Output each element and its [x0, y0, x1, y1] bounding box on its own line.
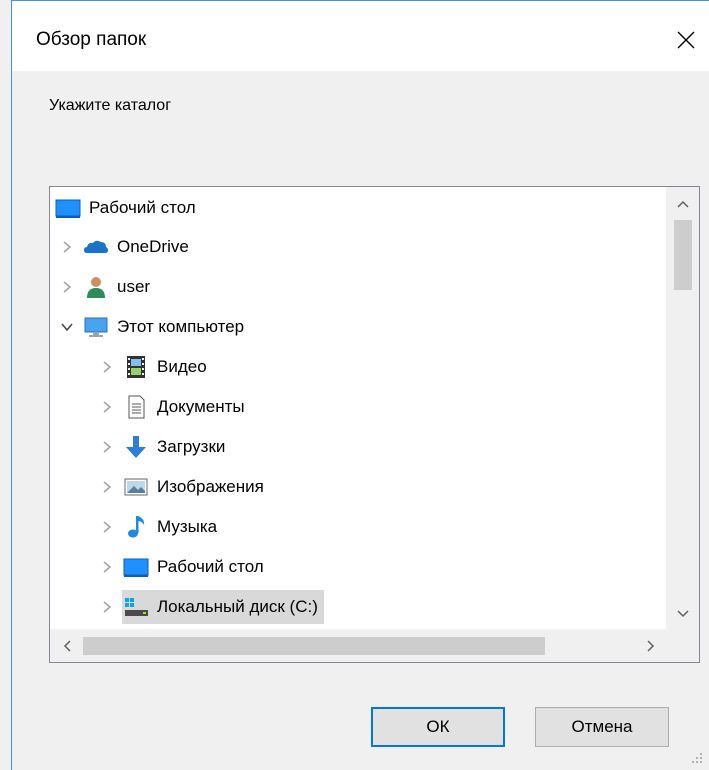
chevron-right-icon	[646, 639, 654, 652]
chevron-right-icon[interactable]	[96, 356, 118, 378]
horizontal-scrollbar[interactable]	[50, 629, 667, 662]
tree-item-onedrive[interactable]: OneDrive	[56, 230, 195, 264]
horizontal-scroll-thumb[interactable]	[83, 637, 545, 655]
tree-item-label: user	[117, 277, 151, 296]
chevron-down-icon[interactable]	[56, 316, 78, 338]
tree-item-pictures[interactable]: Изображения	[96, 470, 270, 504]
tree-item-desktop[interactable]: Рабочий стол	[96, 550, 270, 584]
tree-item-desktop-root[interactable]: Рабочий стол	[50, 191, 202, 225]
chevron-right-icon[interactable]	[96, 476, 118, 498]
tree-item-downloads[interactable]: Загрузки	[96, 430, 231, 464]
tree-item-label: Рабочий стол	[157, 557, 264, 576]
ok-button[interactable]: ОК	[371, 707, 505, 747]
chevron-up-icon	[676, 200, 689, 208]
chevron-right-icon[interactable]	[96, 556, 118, 578]
videos-icon	[122, 354, 150, 380]
browse-folders-dialog: Обзор папок Укажите каталог Рабочий стол…	[11, 0, 709, 770]
onedrive-cloud-icon	[82, 234, 110, 260]
chevron-right-icon[interactable]	[56, 236, 78, 258]
tree-item-label: Видео	[157, 357, 207, 376]
download-arrow-icon	[122, 434, 150, 460]
vertical-scrollbar[interactable]	[666, 187, 699, 630]
tree-item-label: Музыка	[157, 517, 218, 536]
chevron-right-icon[interactable]	[56, 276, 78, 298]
documents-icon	[122, 394, 150, 420]
desktop-icon	[122, 554, 150, 580]
tree-item-label: Загрузки	[157, 437, 226, 456]
chevron-right-icon[interactable]	[96, 596, 118, 618]
user-folder-icon	[82, 274, 110, 300]
scroll-right-button[interactable]	[634, 629, 667, 662]
chevron-right-icon[interactable]	[96, 396, 118, 418]
close-button[interactable]	[663, 15, 709, 65]
music-note-icon	[122, 514, 150, 540]
prompt-text: Укажите каталог	[49, 97, 172, 114]
scrollbar-corner	[666, 629, 699, 662]
tree-item-this-pc[interactable]: Этот компьютер	[56, 310, 250, 344]
tree-item-documents[interactable]: Документы	[96, 390, 251, 424]
tree-item-label: OneDrive	[117, 237, 189, 256]
tree-item-videos[interactable]: Видео	[96, 350, 213, 384]
tree-item-label: Рабочий стол	[89, 198, 196, 217]
tree-item-music[interactable]: Музыка	[96, 510, 223, 544]
cancel-button[interactable]: Отмена	[535, 707, 669, 747]
chevron-right-icon[interactable]	[96, 516, 118, 538]
chevron-left-icon	[63, 639, 71, 652]
tree-item-local-disk-c[interactable]: Локальный диск (C:)	[96, 590, 324, 624]
chevron-down-icon	[676, 609, 689, 617]
scroll-up-button[interactable]	[666, 187, 699, 220]
title-bar: Обзор папок	[12, 1, 709, 71]
tree-item-label: Этот компьютер	[117, 317, 245, 336]
this-pc-icon	[82, 314, 110, 340]
vertical-scroll-thumb[interactable]	[674, 220, 692, 290]
scroll-left-button[interactable]	[50, 629, 83, 662]
tree-item-user[interactable]: user	[56, 270, 156, 304]
tree-item-label: Локальный диск (C:)	[157, 597, 318, 616]
folder-tree[interactable]: Рабочий стол OneDrive user Этот компьюте…	[49, 186, 700, 663]
resize-grip-icon[interactable]	[689, 750, 703, 764]
dialog-title: Обзор папок	[36, 29, 147, 50]
chevron-right-icon[interactable]	[96, 436, 118, 458]
desktop-icon	[54, 195, 82, 221]
tree-item-label: Изображения	[157, 477, 264, 496]
local-disk-icon	[122, 594, 150, 620]
pictures-icon	[122, 474, 150, 500]
scroll-down-button[interactable]	[666, 597, 699, 630]
close-icon	[677, 31, 695, 49]
tree-item-label: Документы	[157, 397, 245, 416]
